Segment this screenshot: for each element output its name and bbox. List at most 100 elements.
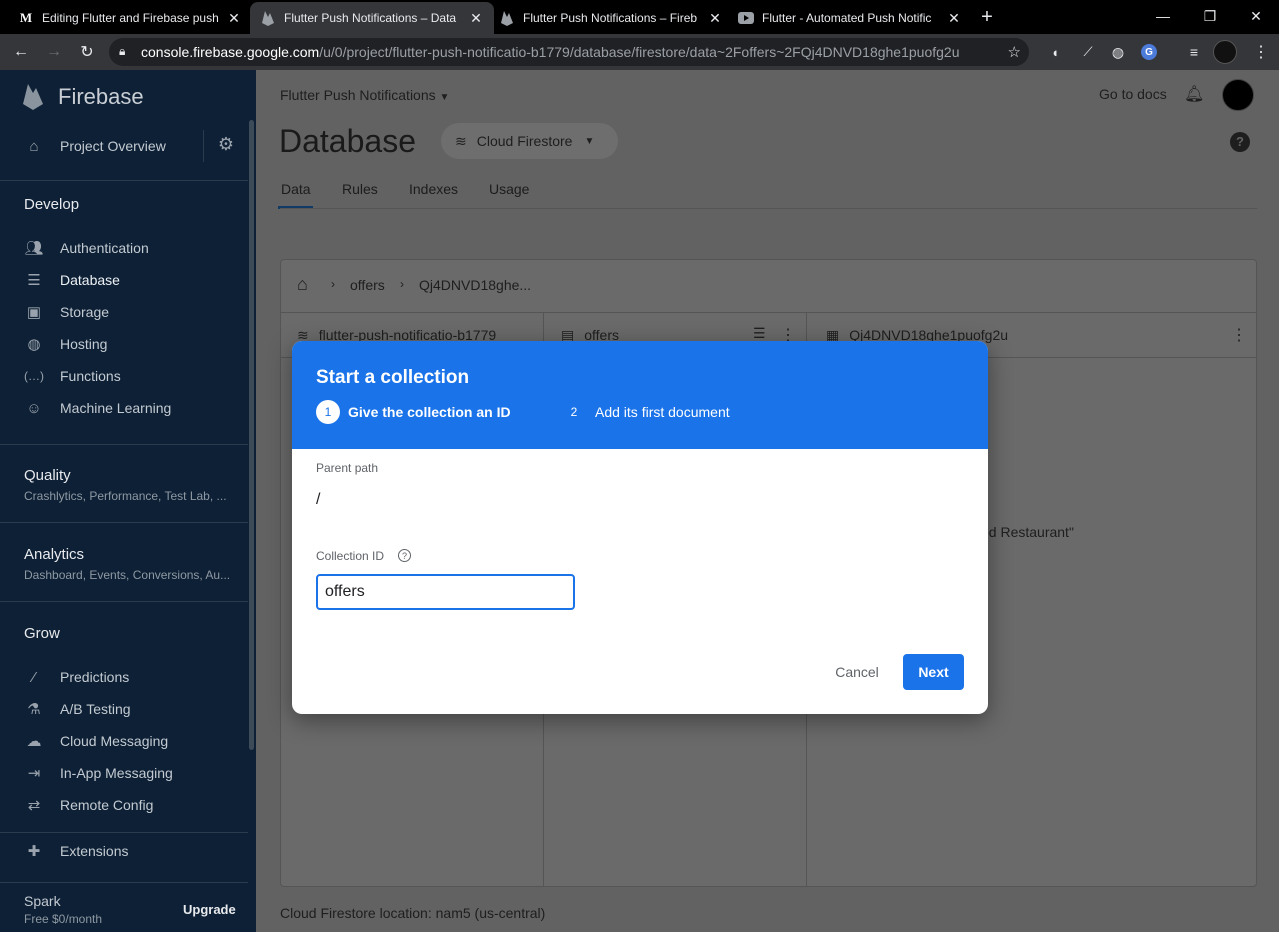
section-analytics[interactable]: Analytics [24, 546, 84, 563]
dropdown-arrow-icon: ▼ [439, 92, 450, 103]
sidebar-item-remote-config[interactable]: ⇄ Remote Config [0, 789, 248, 821]
tab-title: Flutter Push Notifications – Fireb [523, 11, 698, 25]
maximize-icon[interactable]: ❐ [1187, 0, 1233, 32]
breadcrumb-offers[interactable]: offers [350, 277, 385, 293]
flask-icon: ⚗ [27, 701, 41, 718]
storage-icon: ▣ [26, 304, 42, 321]
next-button[interactable]: Next [903, 654, 964, 690]
browser-tab[interactable]: Flutter - Automated Push Notific ✕ [728, 2, 972, 34]
sidebar-item-authentication[interactable]: 👥︎ Authentication [0, 232, 248, 264]
help-icon[interactable]: ? [1230, 132, 1250, 152]
breadcrumb-document[interactable]: Qj4DNVD18ghe... [419, 277, 531, 293]
browser-tab[interactable]: M Editing Flutter and Firebase push ✕ [8, 2, 252, 34]
close-icon[interactable]: ✕ [707, 10, 723, 27]
notifications-bell-icon[interactable]: 🔔︎ [1184, 84, 1204, 104]
filter-icon[interactable]: ☰ [753, 325, 766, 342]
more-vert-icon[interactable]: ⋮ [1231, 325, 1247, 345]
extension-icon[interactable]: ⟋ [1076, 40, 1100, 64]
tab-indexes[interactable]: Indexes [409, 181, 458, 197]
sidebar-item-label: Authentication [60, 240, 149, 256]
project-name: Flutter Push Notifications [280, 87, 436, 103]
sidebar-item-label: A/B Testing [60, 701, 131, 717]
cancel-button[interactable]: Cancel [824, 654, 890, 690]
sidebar-item-predictions[interactable]: ⁄ Predictions [0, 661, 248, 693]
sidebar: Firebase ⌂ Project Overview ⚙ Develop 👥︎… [0, 70, 256, 932]
divider [0, 444, 248, 445]
profile-avatar[interactable] [1213, 40, 1237, 64]
divider [0, 882, 248, 883]
extension-icon[interactable]: ◖ [1043, 40, 1067, 64]
reload-icon[interactable]: ↻ [75, 40, 99, 64]
browser-tab[interactable]: Flutter Push Notifications – Fireb ✕ [489, 2, 733, 34]
plan-name: Spark [24, 893, 61, 909]
sidebar-item-functions[interactable]: (…) Functions [0, 360, 248, 392]
sidebar-item-machine-learning[interactable]: ☺ Machine Learning [0, 392, 248, 424]
close-icon[interactable]: ✕ [946, 10, 962, 27]
firebase-logo-icon [22, 82, 46, 110]
home-icon[interactable]: ⌂ [297, 274, 308, 295]
settings-gear-icon[interactable]: ⚙ [214, 134, 238, 158]
section-grow[interactable]: Grow [24, 625, 60, 642]
extension-icon[interactable]: ◍ [1106, 40, 1130, 64]
step-1-number: 1 [316, 400, 340, 424]
account-avatar[interactable] [1222, 79, 1254, 111]
go-to-docs-link[interactable]: Go to docs [1099, 86, 1167, 102]
extension-icon[interactable]: G [1137, 40, 1161, 64]
sidebar-item-label: Extensions [60, 843, 129, 859]
sidebar-item-storage[interactable]: ▣ Storage [0, 296, 248, 328]
tab-data[interactable]: Data [281, 181, 311, 197]
globe-icon: ◍ [27, 336, 41, 353]
close-icon[interactable]: ✕ [468, 10, 484, 27]
close-icon[interactable]: ✕ [226, 10, 242, 27]
firestore-icon: ≋ [455, 132, 467, 149]
sidebar-item-label: Remote Config [60, 797, 154, 813]
star-icon[interactable]: ☆ [1008, 43, 1021, 61]
firebase-icon [260, 10, 276, 26]
tab-title: Editing Flutter and Firebase push [42, 11, 219, 25]
new-tab-button[interactable]: + [976, 6, 998, 28]
wand-icon: ⁄ [32, 668, 36, 686]
help-icon[interactable]: ? [398, 549, 411, 562]
tab-usage[interactable]: Usage [489, 181, 529, 197]
sidebar-scrollbar[interactable] [249, 120, 254, 750]
people-icon: 👥︎ [24, 240, 44, 257]
sidebar-item-extensions[interactable]: ✚ Extensions [0, 835, 248, 867]
divider [280, 208, 1257, 209]
back-icon[interactable]: ← [9, 40, 33, 64]
menu-icon[interactable]: ⋮ [1249, 40, 1273, 64]
sidebar-item-cloud-messaging[interactable]: ☁ Cloud Messaging [0, 725, 248, 757]
collection-id-input[interactable] [316, 574, 575, 610]
extensions-icon: ✚ [27, 843, 41, 860]
section-quality[interactable]: Quality [24, 467, 71, 484]
upgrade-button[interactable]: Upgrade [183, 902, 236, 917]
tab-rules[interactable]: Rules [342, 181, 378, 197]
project-overview-label: Project Overview [60, 138, 166, 154]
url-path: /u/0/project/flutter-push-notificatio-b1… [319, 44, 960, 60]
sidebar-item-label: Predictions [60, 669, 130, 685]
minimize-icon[interactable]: — [1140, 0, 1186, 32]
forward-icon[interactable]: → [42, 40, 66, 64]
start-collection-dialog: Start a collection 1 Give the collection… [292, 341, 988, 714]
gmail-icon: M [19, 10, 33, 25]
project-selector[interactable]: Flutter Push Notifications ▼ [280, 87, 449, 103]
chevron-right-icon: › [331, 277, 335, 291]
sidebar-item-label: Functions [60, 368, 121, 384]
database-type-label: Cloud Firestore [476, 133, 573, 149]
window-close-icon[interactable]: ✕ [1233, 0, 1279, 32]
sidebar-item-database[interactable]: ☰ Database [0, 264, 248, 296]
brand-name: Firebase [58, 84, 144, 109]
youtube-icon [738, 10, 754, 26]
firestore-location: Cloud Firestore location: nam5 (us-centr… [280, 905, 546, 921]
cloud-icon: ☁ [26, 733, 42, 750]
functions-icon: (…) [24, 369, 44, 383]
sidebar-item-in-app-messaging[interactable]: ⇥ In-App Messaging [0, 757, 248, 789]
project-overview-link[interactable]: ⌂ Project Overview [0, 130, 200, 162]
address-bar[interactable]: 🔒︎ console.firebase.google.com/u/0/proje… [109, 38, 1029, 66]
database-type-selector[interactable]: ≋ Cloud Firestore ▼ [441, 123, 618, 159]
media-control-icon[interactable]: ≡ [1182, 40, 1206, 64]
browser-tab-active[interactable]: Flutter Push Notifications – Data ✕ [250, 2, 494, 34]
section-develop[interactable]: Develop [24, 196, 79, 213]
sidebar-item-hosting[interactable]: ◍ Hosting [0, 328, 248, 360]
dialog-title: Start a collection [316, 367, 470, 388]
sidebar-item-ab-testing[interactable]: ⚗ A/B Testing [0, 693, 248, 725]
